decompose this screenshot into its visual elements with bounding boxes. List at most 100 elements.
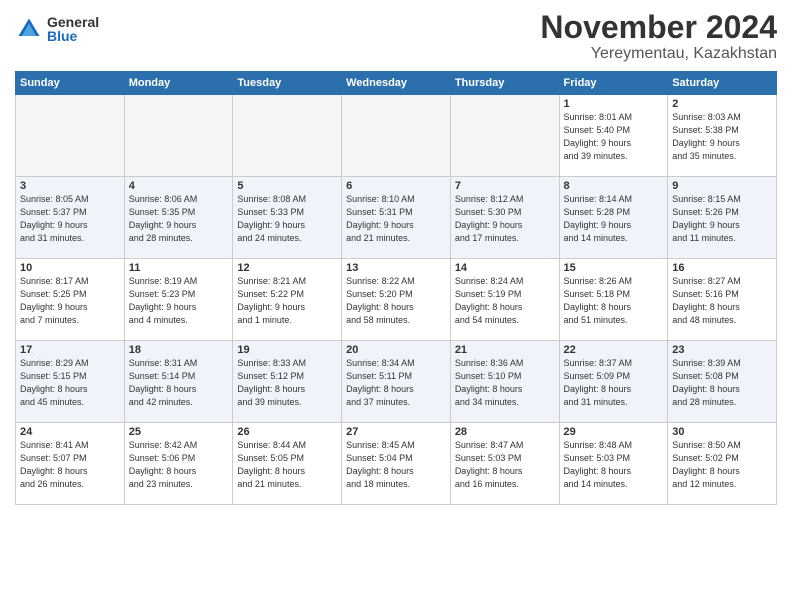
weekday-header-row: SundayMondayTuesdayWednesdayThursdayFrid… — [16, 72, 777, 95]
day-info: Sunrise: 8:45 AM Sunset: 5:04 PM Dayligh… — [346, 439, 446, 491]
calendar-cell: 26Sunrise: 8:44 AM Sunset: 5:05 PM Dayli… — [233, 423, 342, 505]
day-info: Sunrise: 8:05 AM Sunset: 5:37 PM Dayligh… — [20, 193, 120, 245]
day-info: Sunrise: 8:12 AM Sunset: 5:30 PM Dayligh… — [455, 193, 555, 245]
calendar-cell: 6Sunrise: 8:10 AM Sunset: 5:31 PM Daylig… — [342, 177, 451, 259]
weekday-header-wednesday: Wednesday — [342, 72, 451, 95]
calendar-cell — [124, 95, 233, 177]
calendar-cell: 3Sunrise: 8:05 AM Sunset: 5:37 PM Daylig… — [16, 177, 125, 259]
day-info: Sunrise: 8:01 AM Sunset: 5:40 PM Dayligh… — [564, 111, 664, 163]
day-info: Sunrise: 8:42 AM Sunset: 5:06 PM Dayligh… — [129, 439, 229, 491]
day-info: Sunrise: 8:22 AM Sunset: 5:20 PM Dayligh… — [346, 275, 446, 327]
day-info: Sunrise: 8:27 AM Sunset: 5:16 PM Dayligh… — [672, 275, 772, 327]
day-number: 28 — [455, 426, 555, 438]
logo-icon — [15, 15, 43, 43]
calendar-cell: 20Sunrise: 8:34 AM Sunset: 5:11 PM Dayli… — [342, 341, 451, 423]
weekday-header-friday: Friday — [559, 72, 668, 95]
calendar-cell: 19Sunrise: 8:33 AM Sunset: 5:12 PM Dayli… — [233, 341, 342, 423]
day-number: 22 — [564, 344, 664, 356]
day-info: Sunrise: 8:10 AM Sunset: 5:31 PM Dayligh… — [346, 193, 446, 245]
calendar-cell: 4Sunrise: 8:06 AM Sunset: 5:35 PM Daylig… — [124, 177, 233, 259]
calendar-cell: 8Sunrise: 8:14 AM Sunset: 5:28 PM Daylig… — [559, 177, 668, 259]
day-number: 21 — [455, 344, 555, 356]
day-number: 30 — [672, 426, 772, 438]
day-number: 12 — [237, 262, 337, 274]
day-info: Sunrise: 8:33 AM Sunset: 5:12 PM Dayligh… — [237, 357, 337, 409]
day-info: Sunrise: 8:31 AM Sunset: 5:14 PM Dayligh… — [129, 357, 229, 409]
calendar-cell: 23Sunrise: 8:39 AM Sunset: 5:08 PM Dayli… — [668, 341, 777, 423]
calendar-cell — [450, 95, 559, 177]
day-info: Sunrise: 8:37 AM Sunset: 5:09 PM Dayligh… — [564, 357, 664, 409]
weekday-header-sunday: Sunday — [16, 72, 125, 95]
calendar-cell: 24Sunrise: 8:41 AM Sunset: 5:07 PM Dayli… — [16, 423, 125, 505]
calendar-cell: 28Sunrise: 8:47 AM Sunset: 5:03 PM Dayli… — [450, 423, 559, 505]
day-info: Sunrise: 8:29 AM Sunset: 5:15 PM Dayligh… — [20, 357, 120, 409]
day-info: Sunrise: 8:47 AM Sunset: 5:03 PM Dayligh… — [455, 439, 555, 491]
page-container: General Blue November 2024 Yereymentau, … — [0, 0, 792, 510]
calendar-cell: 11Sunrise: 8:19 AM Sunset: 5:23 PM Dayli… — [124, 259, 233, 341]
day-info: Sunrise: 8:21 AM Sunset: 5:22 PM Dayligh… — [237, 275, 337, 327]
day-number: 14 — [455, 262, 555, 274]
day-number: 2 — [672, 98, 772, 110]
calendar-cell: 13Sunrise: 8:22 AM Sunset: 5:20 PM Dayli… — [342, 259, 451, 341]
day-number: 3 — [20, 180, 120, 192]
day-info: Sunrise: 8:08 AM Sunset: 5:33 PM Dayligh… — [237, 193, 337, 245]
calendar-cell: 27Sunrise: 8:45 AM Sunset: 5:04 PM Dayli… — [342, 423, 451, 505]
calendar-cell: 21Sunrise: 8:36 AM Sunset: 5:10 PM Dayli… — [450, 341, 559, 423]
calendar-cell: 25Sunrise: 8:42 AM Sunset: 5:06 PM Dayli… — [124, 423, 233, 505]
day-number: 24 — [20, 426, 120, 438]
day-number: 26 — [237, 426, 337, 438]
calendar-week-row: 17Sunrise: 8:29 AM Sunset: 5:15 PM Dayli… — [16, 341, 777, 423]
day-number: 9 — [672, 180, 772, 192]
day-info: Sunrise: 8:06 AM Sunset: 5:35 PM Dayligh… — [129, 193, 229, 245]
day-number: 6 — [346, 180, 446, 192]
calendar-cell: 29Sunrise: 8:48 AM Sunset: 5:03 PM Dayli… — [559, 423, 668, 505]
calendar-cell: 17Sunrise: 8:29 AM Sunset: 5:15 PM Dayli… — [16, 341, 125, 423]
calendar-cell: 14Sunrise: 8:24 AM Sunset: 5:19 PM Dayli… — [450, 259, 559, 341]
day-info: Sunrise: 8:34 AM Sunset: 5:11 PM Dayligh… — [346, 357, 446, 409]
logo-text: General Blue — [47, 15, 99, 43]
calendar-cell: 2Sunrise: 8:03 AM Sunset: 5:38 PM Daylig… — [668, 95, 777, 177]
calendar-cell: 16Sunrise: 8:27 AM Sunset: 5:16 PM Dayli… — [668, 259, 777, 341]
calendar-cell: 18Sunrise: 8:31 AM Sunset: 5:14 PM Dayli… — [124, 341, 233, 423]
day-info: Sunrise: 8:19 AM Sunset: 5:23 PM Dayligh… — [129, 275, 229, 327]
calendar-week-row: 24Sunrise: 8:41 AM Sunset: 5:07 PM Dayli… — [16, 423, 777, 505]
day-number: 25 — [129, 426, 229, 438]
day-number: 15 — [564, 262, 664, 274]
day-info: Sunrise: 8:39 AM Sunset: 5:08 PM Dayligh… — [672, 357, 772, 409]
day-info: Sunrise: 8:50 AM Sunset: 5:02 PM Dayligh… — [672, 439, 772, 491]
day-number: 1 — [564, 98, 664, 110]
day-number: 29 — [564, 426, 664, 438]
day-info: Sunrise: 8:24 AM Sunset: 5:19 PM Dayligh… — [455, 275, 555, 327]
calendar-week-row: 10Sunrise: 8:17 AM Sunset: 5:25 PM Dayli… — [16, 259, 777, 341]
weekday-header-monday: Monday — [124, 72, 233, 95]
day-info: Sunrise: 8:44 AM Sunset: 5:05 PM Dayligh… — [237, 439, 337, 491]
day-info: Sunrise: 8:26 AM Sunset: 5:18 PM Dayligh… — [564, 275, 664, 327]
header-area: General Blue November 2024 Yereymentau, … — [15, 10, 777, 63]
logo-blue: Blue — [47, 29, 99, 43]
day-number: 4 — [129, 180, 229, 192]
day-number: 11 — [129, 262, 229, 274]
day-number: 16 — [672, 262, 772, 274]
day-number: 13 — [346, 262, 446, 274]
title-area: November 2024 Yereymentau, Kazakhstan — [540, 10, 777, 63]
day-number: 10 — [20, 262, 120, 274]
calendar-cell: 22Sunrise: 8:37 AM Sunset: 5:09 PM Dayli… — [559, 341, 668, 423]
logo-general: General — [47, 15, 99, 29]
calendar-cell — [342, 95, 451, 177]
calendar-cell — [233, 95, 342, 177]
day-number: 8 — [564, 180, 664, 192]
calendar-cell — [16, 95, 125, 177]
calendar-cell: 5Sunrise: 8:08 AM Sunset: 5:33 PM Daylig… — [233, 177, 342, 259]
day-info: Sunrise: 8:15 AM Sunset: 5:26 PM Dayligh… — [672, 193, 772, 245]
calendar-cell: 10Sunrise: 8:17 AM Sunset: 5:25 PM Dayli… — [16, 259, 125, 341]
day-info: Sunrise: 8:48 AM Sunset: 5:03 PM Dayligh… — [564, 439, 664, 491]
calendar-table: SundayMondayTuesdayWednesdayThursdayFrid… — [15, 71, 777, 505]
calendar-cell: 1Sunrise: 8:01 AM Sunset: 5:40 PM Daylig… — [559, 95, 668, 177]
calendar-cell: 7Sunrise: 8:12 AM Sunset: 5:30 PM Daylig… — [450, 177, 559, 259]
day-number: 23 — [672, 344, 772, 356]
weekday-header-thursday: Thursday — [450, 72, 559, 95]
day-info: Sunrise: 8:41 AM Sunset: 5:07 PM Dayligh… — [20, 439, 120, 491]
day-info: Sunrise: 8:36 AM Sunset: 5:10 PM Dayligh… — [455, 357, 555, 409]
location-title: Yereymentau, Kazakhstan — [540, 45, 777, 63]
month-title: November 2024 — [540, 10, 777, 45]
